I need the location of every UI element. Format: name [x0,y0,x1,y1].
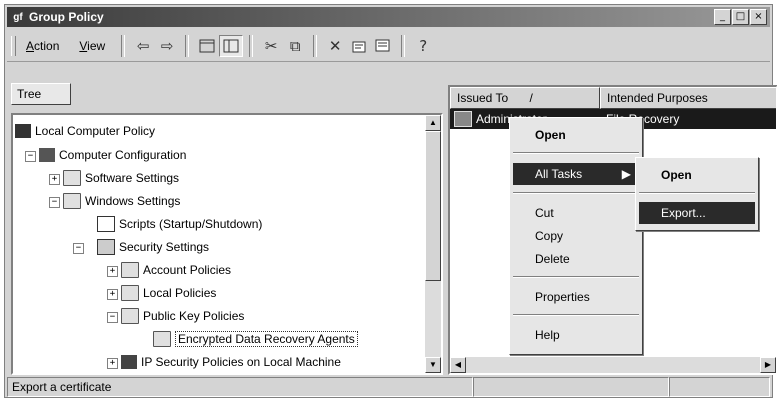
status-panel-3 [669,377,770,397]
scroll-thumb[interactable] [425,131,441,281]
folder-lock-icon [121,285,139,301]
export-list-icon[interactable] [371,35,395,57]
tree-node-local-policies[interactable]: Local Policies [121,283,216,303]
show-hide-tree-icon[interactable] [219,35,244,57]
script-icon [97,216,115,232]
menu-item-properties[interactable]: Properties [513,286,639,308]
column-header-intended-purposes[interactable]: Intended Purposes [600,87,776,109]
collapse-icon[interactable]: − [25,151,36,162]
scroll-down-icon[interactable]: ▼ [425,357,441,373]
tree-pane: Local Computer Policy − Computer Configu… [11,113,443,375]
list-horizontal-scrollbar[interactable]: ◀ ▶ [450,357,776,373]
folder-open-icon [153,331,171,347]
tree-node-ip-security-policies[interactable]: IP Security Policies on Local Machine [121,352,341,372]
context-menu: Open All Tasks ▶ Cut Copy Delete Propert… [509,117,643,355]
title-bar[interactable]: gf Group Policy _ □ × [7,7,770,27]
copy-icon[interactable]: ⧉ [283,35,307,57]
folder-icon [63,193,81,209]
menu-item-open[interactable]: Open [513,124,639,146]
collapse-icon[interactable]: − [49,197,60,208]
tree-vertical-scrollbar[interactable]: ▲ ▼ [425,115,441,373]
help-icon[interactable]: ? [411,35,435,57]
scroll-right-icon[interactable]: ▶ [760,357,776,373]
maximize-button[interactable]: □ [732,9,749,25]
up-icon[interactable] [195,35,219,57]
back-icon[interactable]: ⇦ [131,35,155,57]
tree-node-computer-configuration[interactable]: Computer Configuration [39,145,186,165]
security-icon [97,239,115,255]
menu-item-delete[interactable]: Delete [513,248,639,270]
submenu-item-export[interactable]: Export... [639,202,755,224]
collapse-icon[interactable]: − [107,312,118,323]
folder-lock-icon [121,262,139,278]
folder-icon [63,170,81,186]
tree-node-security-settings[interactable]: Security Settings [97,237,209,257]
expand-icon[interactable]: + [107,266,118,277]
status-text: Export a certificate [7,377,473,397]
action-menu[interactable]: Action [16,39,69,53]
close-button[interactable]: × [750,9,767,25]
all-tasks-submenu: Open Export... [635,157,759,231]
expand-icon[interactable]: + [49,174,60,185]
column-header-issued-to[interactable]: Issued To / [450,87,600,109]
tree-node-software-settings[interactable]: Software Settings [63,168,179,188]
forward-icon[interactable]: ⇨ [155,35,179,57]
tree-node-public-key-policies[interactable]: Public Key Policies [121,306,244,326]
scroll-left-icon[interactable]: ◀ [450,357,466,373]
properties-icon[interactable] [347,35,371,57]
gpo-icon: gf [13,11,23,23]
submenu-arrow-icon: ▶ [621,167,631,181]
collapse-icon[interactable]: − [73,243,84,254]
group-policy-window: gf Group Policy _ □ × Action View ⇦ ⇨ ✂ … [4,4,777,398]
policy-icon [15,124,31,138]
tree-node-scripts[interactable]: Scripts (Startup/Shutdown) [97,214,262,234]
computer-icon [39,148,55,162]
certificate-icon [454,111,472,127]
window-title: Group Policy [29,10,104,24]
folder-icon [121,308,139,324]
expand-icon[interactable]: + [107,289,118,300]
tree-node-encrypted-data-recovery-agents[interactable]: Encrypted Data Recovery Agents [153,329,358,349]
status-bar: Export a certificate [7,377,770,397]
network-icon [121,355,137,369]
cut-icon[interactable]: ✂ [259,35,283,57]
submenu-item-open[interactable]: Open [639,164,755,186]
menu-item-copy[interactable]: Copy [513,225,639,247]
scroll-up-icon[interactable]: ▲ [425,115,441,131]
menu-item-help[interactable]: Help [513,324,639,346]
tab-tree[interactable]: Tree [11,83,71,105]
tree-node-local-computer-policy[interactable]: Local Computer Policy [15,121,155,141]
view-menu[interactable]: View [69,39,115,53]
expand-icon[interactable]: + [107,358,118,369]
tree-node-account-policies[interactable]: Account Policies [121,260,231,280]
menu-item-cut[interactable]: Cut [513,202,639,224]
delete-icon[interactable]: ✕ [323,35,347,57]
status-panel-2 [473,377,669,397]
toolbar: Action View ⇦ ⇨ ✂ ⧉ ✕ ? [7,31,770,62]
minimize-button[interactable]: _ [714,9,731,25]
menu-item-all-tasks[interactable]: All Tasks ▶ [513,163,639,185]
sort-indicator: / [529,91,533,105]
tree-node-windows-settings[interactable]: Windows Settings [63,191,180,211]
